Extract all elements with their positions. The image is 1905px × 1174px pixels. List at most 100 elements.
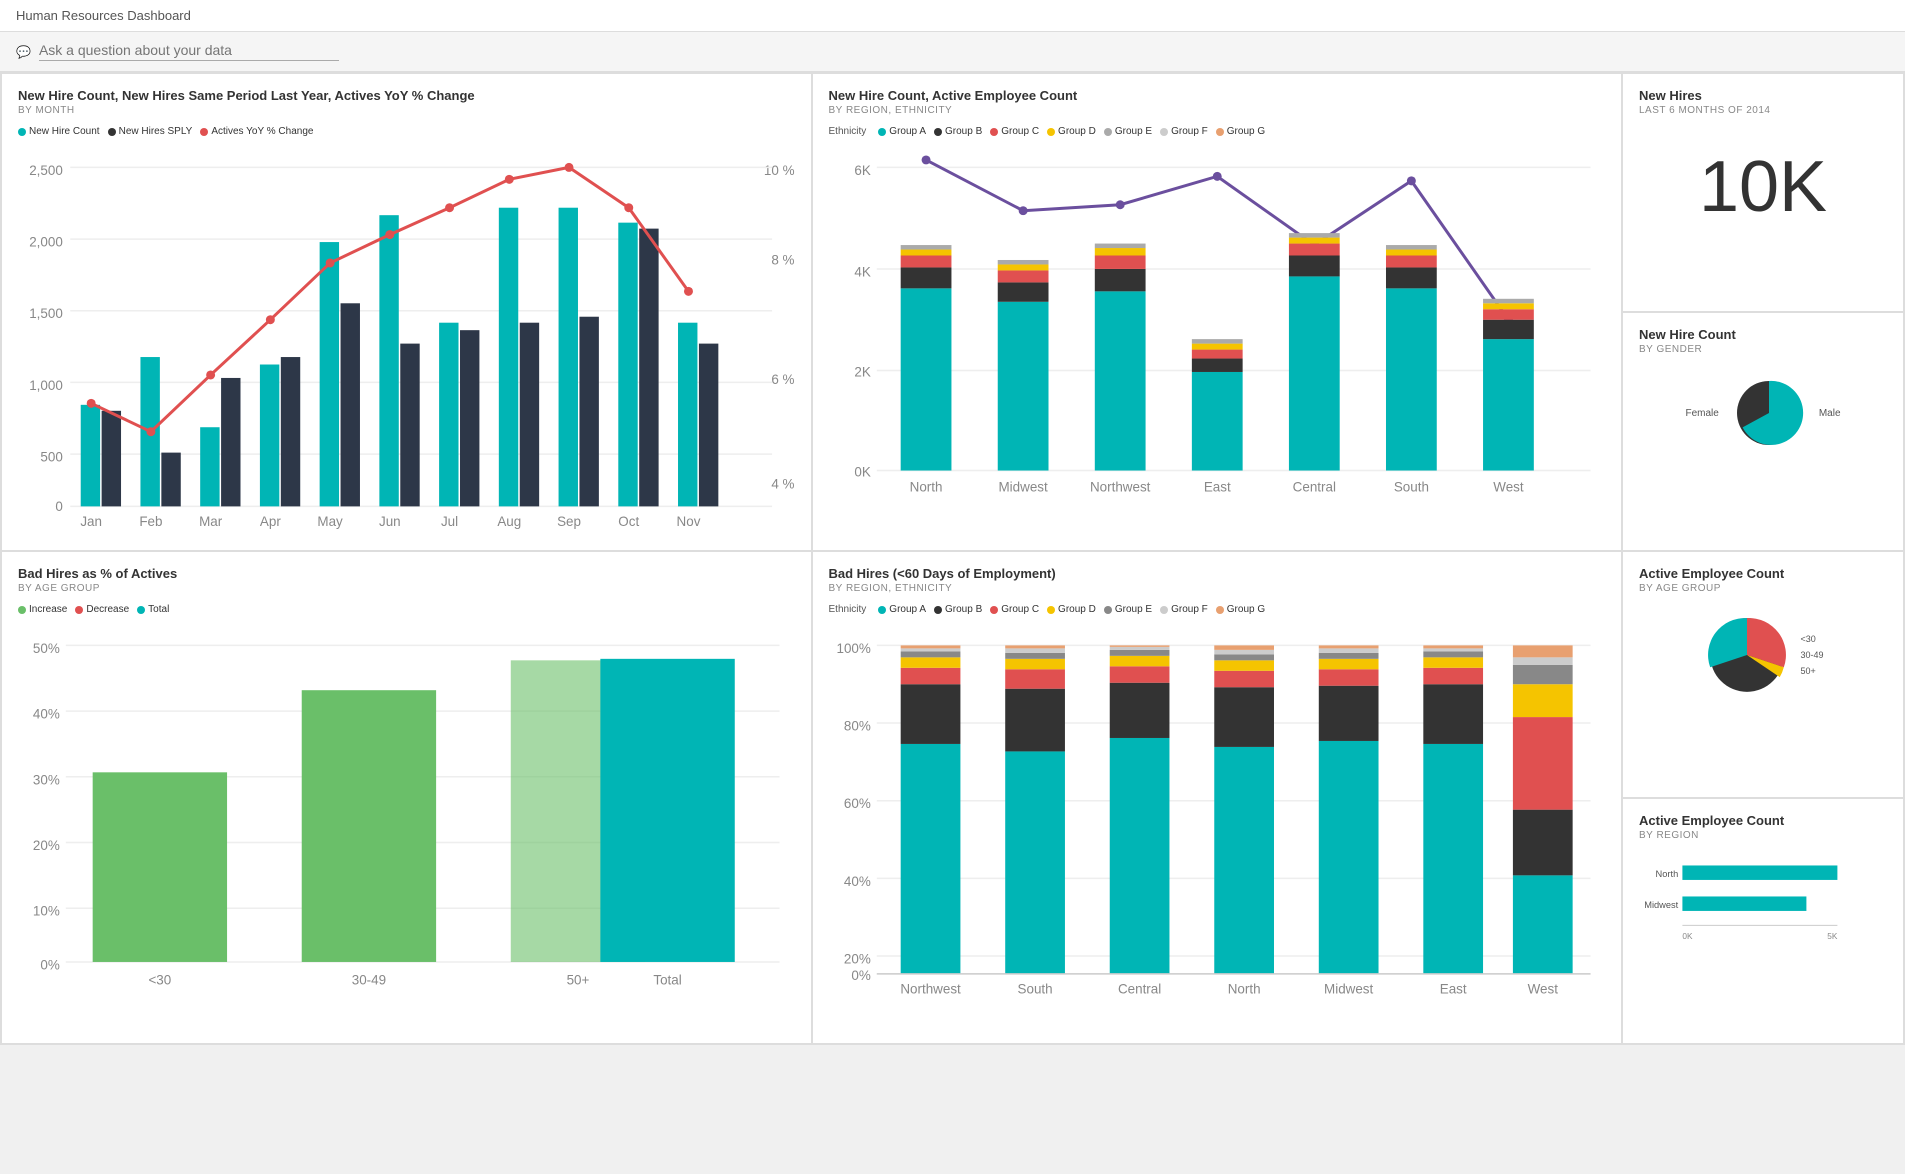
b5-n-g xyxy=(1214,646,1274,650)
bar2-midwest-c xyxy=(997,270,1048,282)
svg-text:Sep: Sep xyxy=(557,514,581,529)
bar2-north-e xyxy=(900,245,951,249)
b5-w-e xyxy=(1512,665,1572,684)
b5-c-f xyxy=(1109,647,1169,650)
bar2-north-a xyxy=(900,288,951,470)
svg-text:4K: 4K xyxy=(854,264,870,279)
l5e-dot xyxy=(1104,606,1112,614)
b5-mw-d xyxy=(1318,659,1378,669)
bar2-nw-c xyxy=(1094,256,1145,269)
dashboard: New Hire Count, New Hires Same Period La… xyxy=(0,72,1905,1045)
l5a-dot xyxy=(878,606,886,614)
l4-decrease-dot xyxy=(75,606,83,614)
bar4-3049 xyxy=(302,690,436,962)
l5e-label: Group E xyxy=(1115,604,1152,615)
bar2-east-d xyxy=(1191,344,1242,350)
card-bad-hires-60d: Bad Hires (<60 Days of Employment) BY RE… xyxy=(813,552,1622,1043)
svg-text:Apr: Apr xyxy=(260,514,281,529)
age-3049-label: 30-49 xyxy=(1800,647,1823,663)
legend-dot-new-hire xyxy=(18,128,26,136)
yoy-dot-jun xyxy=(385,230,394,239)
l2c-dot xyxy=(990,128,998,136)
l4-total-dot xyxy=(137,606,145,614)
svg-text:50%: 50% xyxy=(33,641,60,656)
svg-text:6K: 6K xyxy=(854,163,870,178)
svg-text:Jul: Jul xyxy=(441,514,458,529)
card7-subtitle: BY AGE GROUP xyxy=(1639,583,1887,594)
bar2-north-b xyxy=(900,267,951,288)
bar-jan-sply xyxy=(102,411,121,507)
b5-e-d xyxy=(1423,658,1483,668)
card-new-hire-gender: New Hire Count BY GENDER Female Male xyxy=(1623,313,1903,550)
qa-bar: 💬 xyxy=(0,32,1905,72)
bar2-midwest-a xyxy=(997,302,1048,471)
bar2-central-e xyxy=(1288,233,1339,237)
l4-increase-label: Increase xyxy=(29,604,67,615)
card-new-hire-region: New Hire Count, Active Employee Count BY… xyxy=(813,74,1622,550)
bar2-central-a xyxy=(1288,276,1339,470)
x-label-0k: 0K xyxy=(1682,932,1693,941)
card5-title: Bad Hires (<60 Days of Employment) xyxy=(829,566,1606,581)
l4-increase-dot xyxy=(18,606,26,614)
l5f-label: Group F xyxy=(1171,604,1208,615)
b5-mw-f xyxy=(1318,649,1378,653)
bar-mar-nh xyxy=(200,427,219,506)
card6-subtitle: BY GENDER xyxy=(1639,344,1887,355)
b5-mw-c xyxy=(1318,670,1378,686)
svg-text:North: North xyxy=(1227,982,1260,997)
card-active-age: Active Employee Count BY AGE GROUP <30 3… xyxy=(1623,552,1903,797)
svg-text:Central: Central xyxy=(1117,982,1160,997)
legend2-b: Group B xyxy=(934,126,982,137)
svg-text:30-49: 30-49 xyxy=(352,973,386,988)
legend5-b: Group B xyxy=(934,604,982,615)
region-north-label: North xyxy=(1656,869,1679,879)
legend2-d: Group D xyxy=(1047,126,1096,137)
l4-decrease-label: Decrease xyxy=(86,604,129,615)
l5c-dot xyxy=(990,606,998,614)
bar2-north-c xyxy=(900,256,951,268)
b5-s-c xyxy=(1005,670,1065,689)
bar-mar-sply xyxy=(221,378,240,506)
svg-text:Aug: Aug xyxy=(497,514,521,529)
bar2-west-c xyxy=(1483,309,1534,319)
legend-dot-sply xyxy=(108,128,116,136)
yoy-dot-jul xyxy=(445,203,454,212)
legend2-c: Group C xyxy=(990,126,1039,137)
svg-text:40%: 40% xyxy=(33,707,60,722)
l2b-label: Group B xyxy=(945,126,982,137)
b5-n-d xyxy=(1214,661,1274,671)
svg-text:Mar: Mar xyxy=(199,514,223,529)
bar-apr-nh xyxy=(260,365,279,507)
active-dot-northwest xyxy=(1115,200,1124,209)
card2-subtitle: BY REGION, ETHNICITY xyxy=(829,105,1606,116)
bar-aug-nh xyxy=(499,208,518,507)
ethnicity-label: Ethnicity xyxy=(829,126,867,137)
l2b-dot xyxy=(934,128,942,136)
legend4-total: Total xyxy=(137,604,169,615)
bar4-lt30 xyxy=(93,773,227,963)
bar2-east-b xyxy=(1191,359,1242,372)
b5-nw-c xyxy=(900,668,960,684)
card-active-region: Active Employee Count BY REGION North Mi… xyxy=(1623,799,1903,1044)
bar2-midwest-d xyxy=(997,264,1048,270)
l2a-dot xyxy=(878,128,886,136)
svg-text:20%: 20% xyxy=(33,838,60,853)
female-label: Female xyxy=(1685,408,1718,419)
b5-n-e xyxy=(1214,655,1274,661)
bar2-south-c xyxy=(1385,256,1436,268)
active-dot-midwest xyxy=(1018,206,1027,215)
card-bad-hires-pct: Bad Hires as % of Actives BY AGE GROUP I… xyxy=(2,552,811,1043)
bar2-west-b xyxy=(1483,320,1534,339)
qa-input[interactable] xyxy=(39,42,339,61)
app-title: Human Resources Dashboard xyxy=(16,8,191,23)
legend2-f: Group F xyxy=(1160,126,1208,137)
l5d-dot xyxy=(1047,606,1055,614)
active-dot-east xyxy=(1212,172,1221,181)
bar-nov-nh xyxy=(678,323,697,507)
card-new-hires-6m: New Hires LAST 6 MONTHS OF 2014 10K xyxy=(1623,74,1903,311)
bar2-north-d xyxy=(900,250,951,256)
b5-w-f xyxy=(1512,658,1572,665)
bar2-nw-a xyxy=(1094,291,1145,470)
b5-s-f xyxy=(1005,649,1065,653)
active-dot-north xyxy=(921,155,930,164)
